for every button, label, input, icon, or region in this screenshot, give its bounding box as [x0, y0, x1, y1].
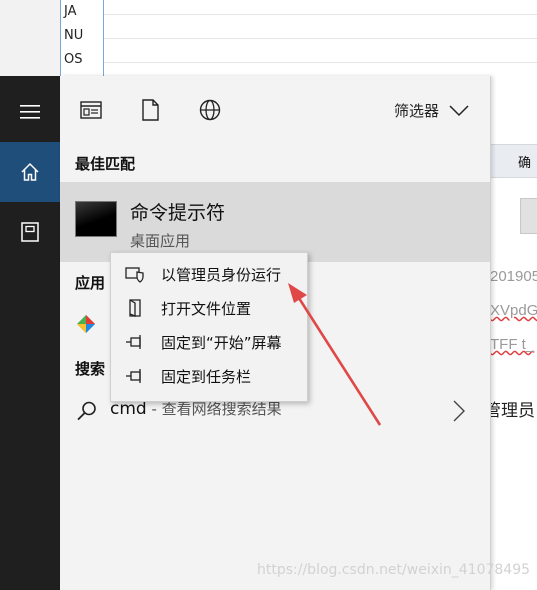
annotation-arrow: [288, 283, 382, 426]
watermark-text: https://blog.csdn.net/weixin_41078495: [257, 562, 531, 578]
